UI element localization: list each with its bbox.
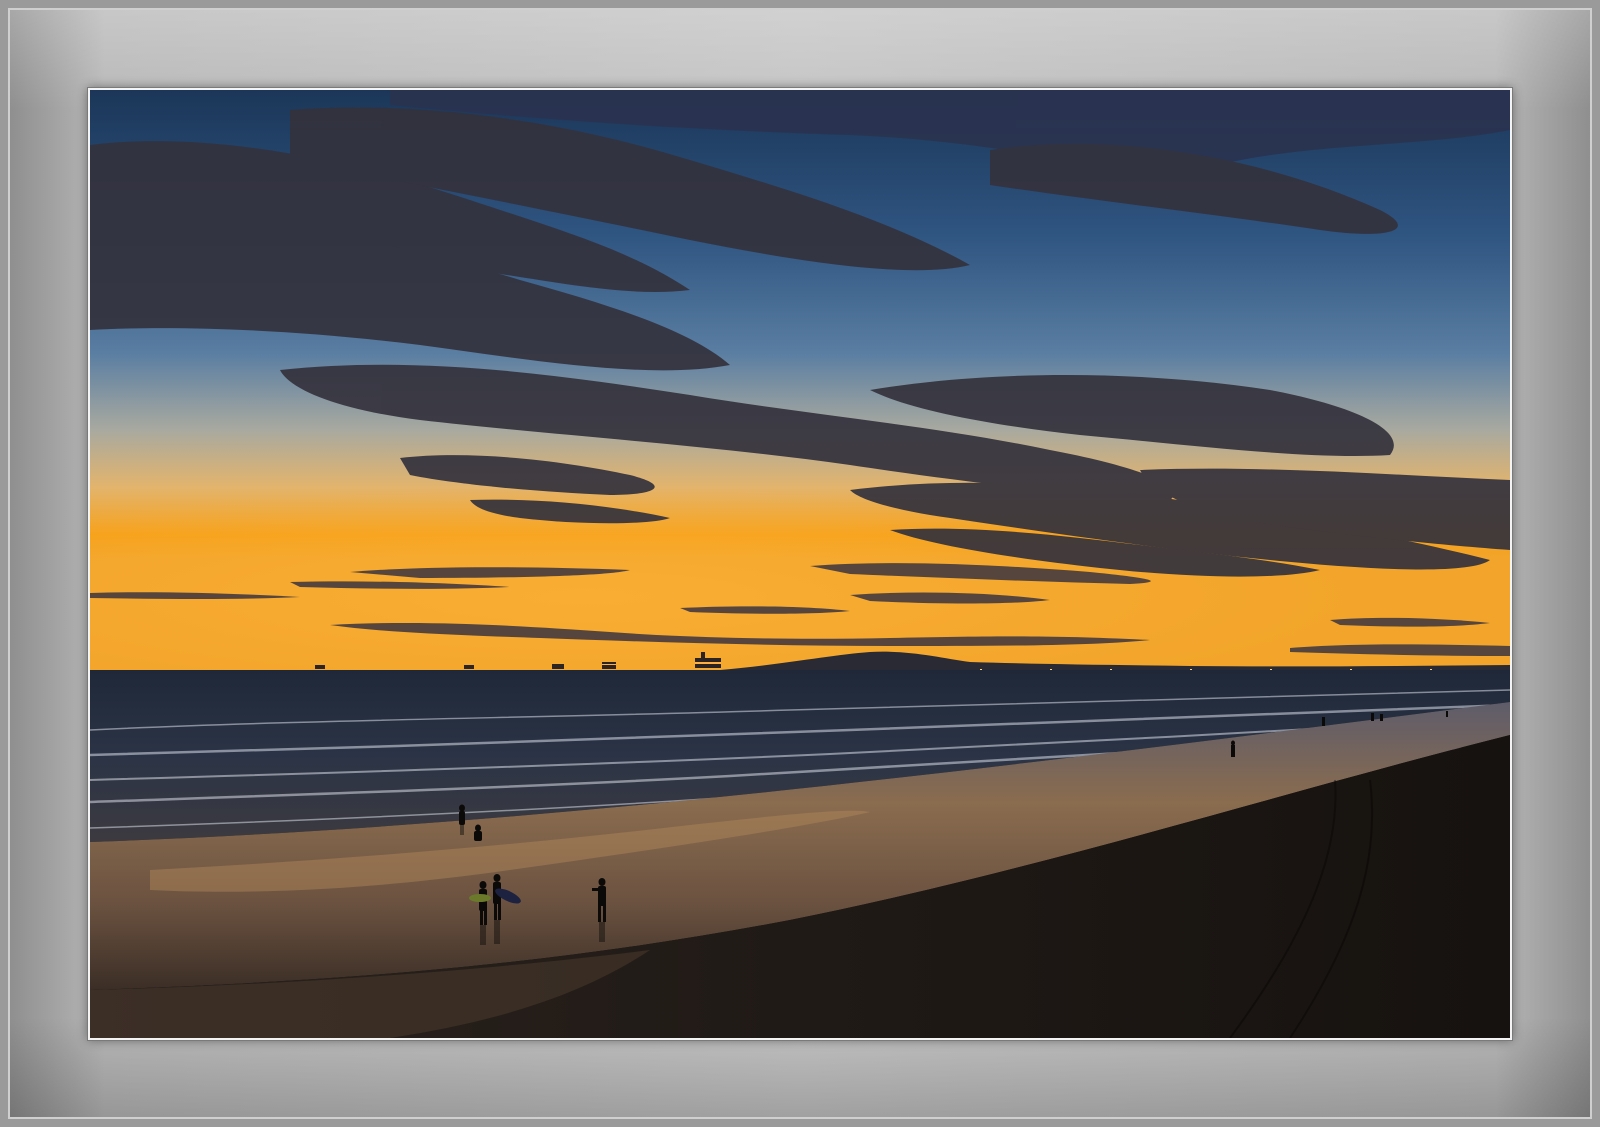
- photo-frame: [88, 88, 1512, 1040]
- sunset-beach-photo: [90, 90, 1510, 1038]
